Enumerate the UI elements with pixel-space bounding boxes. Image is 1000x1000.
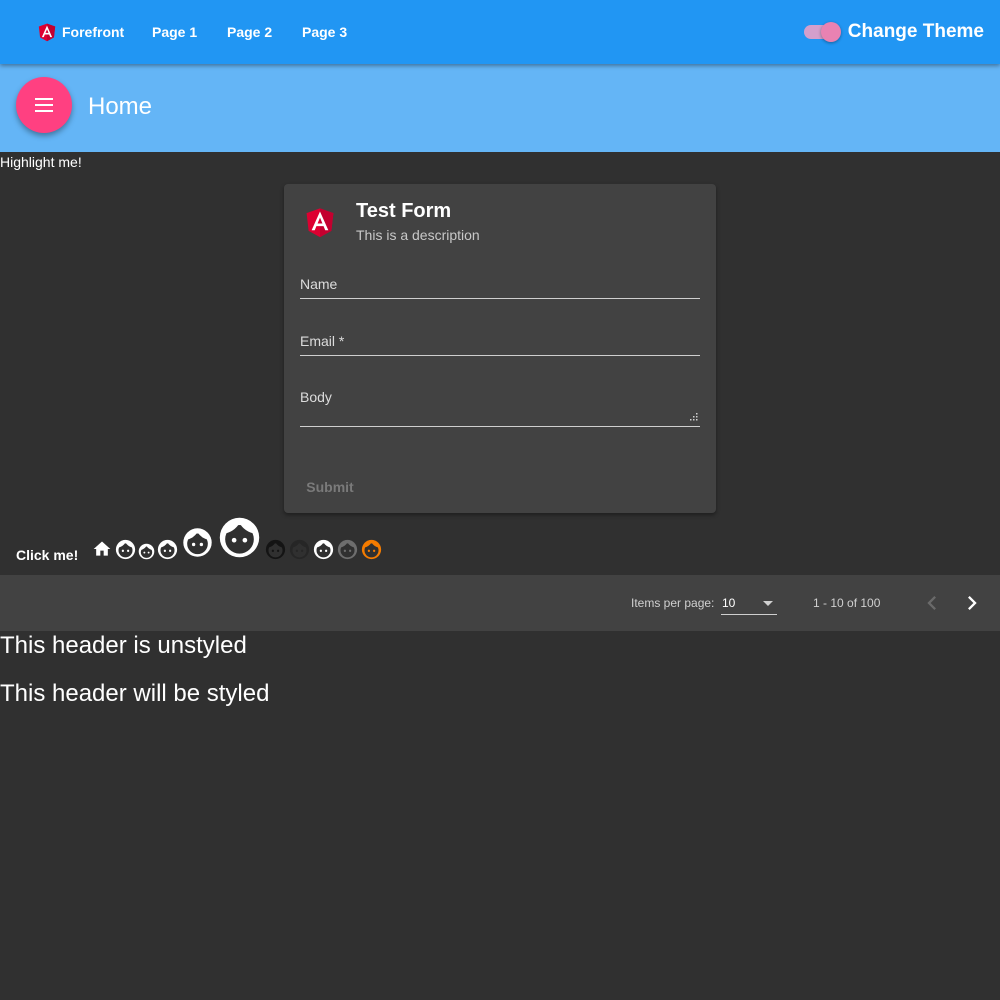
face-icon[interactable] xyxy=(361,539,382,560)
chevron-left-icon[interactable] xyxy=(918,589,946,617)
chevron-right-icon[interactable] xyxy=(958,589,986,617)
click-me-label[interactable]: Click me! xyxy=(16,547,78,563)
face-icon[interactable] xyxy=(182,527,213,558)
items-per-page-label: Items per page: xyxy=(631,596,715,610)
toggle-thumb[interactable] xyxy=(820,22,841,42)
highlight-text: Highlight me! xyxy=(0,154,82,170)
name-field-underline xyxy=(300,298,700,299)
face-icon[interactable] xyxy=(289,539,310,560)
page-header: Home xyxy=(0,64,1000,152)
change-theme-toggle[interactable]: Change Theme xyxy=(803,12,984,52)
name-field-label: Name xyxy=(300,276,338,292)
face-icon[interactable] xyxy=(138,543,155,560)
face-icon[interactable] xyxy=(313,539,334,560)
face-icon[interactable] xyxy=(265,539,286,560)
test-form-card: Test Form This is a description Name Ema… xyxy=(284,184,716,513)
face-icon[interactable] xyxy=(157,539,178,560)
toggle-track[interactable] xyxy=(803,22,841,42)
styled-header: This header will be styled xyxy=(0,680,270,707)
home-icon[interactable] xyxy=(91,539,113,559)
brand-label: Forefront xyxy=(62,24,125,40)
email-field-label: Email * xyxy=(300,333,345,349)
menu-button[interactable] xyxy=(16,77,72,133)
email-field[interactable]: Email * xyxy=(300,333,700,357)
face-icon[interactable] xyxy=(337,539,358,560)
brand-link[interactable]: Forefront xyxy=(26,12,134,52)
change-theme-label[interactable]: Change Theme xyxy=(848,21,984,43)
email-field-underline xyxy=(300,355,700,356)
unstyled-header: This header is unstyled xyxy=(0,632,247,659)
top-toolbar: Forefront Page 1 Page 2 Page 3 Change Th… xyxy=(0,0,1000,64)
paginator: Items per page: 10 1 - 10 of 100 xyxy=(0,575,1000,631)
dropdown-arrow-icon xyxy=(763,601,773,606)
form-subtitle: This is a description xyxy=(356,227,480,243)
submit-button[interactable]: Submit xyxy=(300,474,360,500)
menu-icon xyxy=(35,98,53,112)
name-field[interactable]: Name xyxy=(300,276,700,300)
page-range-label: 1 - 10 of 100 xyxy=(813,596,881,610)
face-icon[interactable] xyxy=(115,539,136,560)
nav-link-page-1[interactable]: Page 1 xyxy=(142,12,207,52)
angular-logo-icon xyxy=(38,23,56,42)
body-field-label: Body xyxy=(300,389,332,405)
angular-logo-icon xyxy=(306,208,334,238)
form-title: Test Form xyxy=(356,200,452,222)
page-title: Home xyxy=(88,93,153,120)
body-field-underline xyxy=(300,426,700,427)
nav-link-page-3[interactable]: Page 3 xyxy=(292,12,357,52)
nav-link-page-2[interactable]: Page 2 xyxy=(217,12,282,52)
face-icon[interactable] xyxy=(218,516,261,559)
page-size-value: 10 xyxy=(722,596,736,610)
page-size-select[interactable]: 10 xyxy=(721,593,777,615)
resize-handle-icon[interactable] xyxy=(690,413,698,421)
body-textarea[interactable]: Body xyxy=(300,389,700,429)
